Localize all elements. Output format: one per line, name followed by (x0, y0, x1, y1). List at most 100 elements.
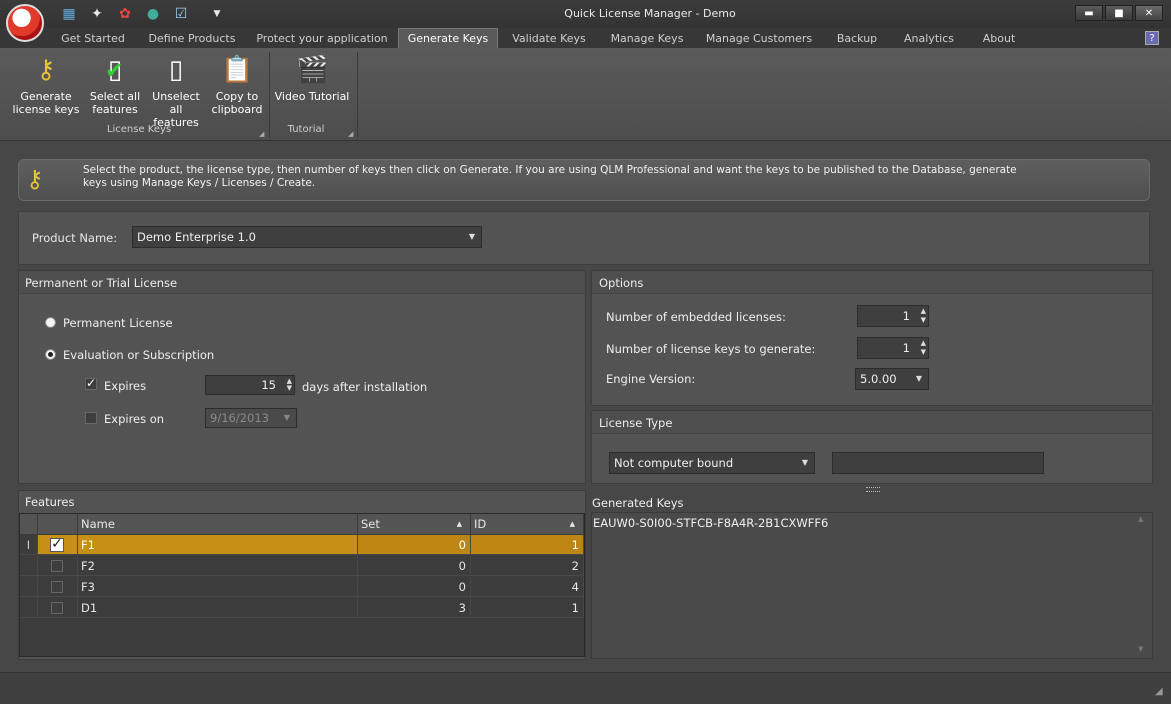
embedded-licenses-label: Number of embedded licenses: (606, 310, 786, 324)
app-logo-icon[interactable] (6, 4, 44, 42)
generated-keys-textbox[interactable] (591, 512, 1153, 659)
tab-define-products[interactable]: Define Products (142, 30, 242, 48)
feature-check-cell[interactable]: ✓ (38, 535, 78, 555)
close-button[interactable]: ✕ (1135, 5, 1163, 21)
options-title: Options (599, 276, 644, 290)
spin-down-icon[interactable]: ▼ (921, 349, 926, 356)
table-row[interactable]: I ✓ F1 0 1 (20, 535, 584, 556)
feature-checkbox[interactable]: ✓ (50, 537, 64, 552)
group-launcher-icon[interactable]: ◢ (348, 130, 353, 138)
maximize-button[interactable]: ■ (1105, 5, 1133, 21)
row-header-column (20, 514, 38, 534)
license-type-extra-field[interactable] (832, 452, 1044, 474)
expires-days-value: 15 (261, 378, 276, 392)
ribbon-separator (269, 52, 270, 138)
expires-on-checkbox[interactable] (85, 412, 97, 424)
expires-on-date-picker[interactable]: 9/16/2013 ▼ (205, 408, 297, 428)
check-column-header[interactable] (38, 514, 78, 534)
table-row[interactable]: F3 0 4 (20, 577, 584, 598)
row-cursor-icon: I (20, 535, 38, 555)
days-after-installation-label: days after installation (302, 380, 428, 394)
table-row[interactable]: D1 3 1 (20, 598, 584, 619)
feature-name-cell: F1 (78, 535, 358, 555)
expires-on-label[interactable]: Expires on (104, 412, 164, 426)
key-icon: ⚷ (26, 165, 44, 193)
select-all-features-button[interactable]: ▯ ✔ Select all features (86, 52, 144, 122)
spin-up-icon[interactable]: ▲ (921, 340, 926, 347)
select-all-features-label: Select all features (89, 90, 141, 116)
feature-set-cell: 0 (358, 535, 471, 555)
tab-generate-keys[interactable]: Generate Keys (398, 28, 498, 49)
license-type-combo[interactable]: Not computer bound ▼ (609, 452, 815, 474)
name-column-header[interactable]: Name (78, 514, 358, 534)
feature-id-cell: 1 (471, 598, 584, 618)
permanent-license-radio[interactable] (45, 317, 56, 328)
expires-checkbox[interactable]: ✓ (85, 377, 97, 390)
expires-label[interactable]: Expires (104, 379, 146, 393)
keys-to-generate-spinner[interactable]: 1 ▲ ▼ (857, 337, 929, 359)
tab-manage-keys[interactable]: Manage Keys (604, 30, 690, 48)
license-mode-title: Permanent or Trial License (25, 276, 178, 290)
feature-check-cell[interactable] (38, 556, 78, 576)
tab-validate-keys[interactable]: Validate Keys (507, 30, 591, 48)
feature-check-cell[interactable] (38, 577, 78, 597)
product-name-value: Demo Enterprise 1.0 (137, 230, 256, 244)
tab-protect-application[interactable]: Protect your application (254, 30, 390, 48)
row-header-cell (20, 598, 38, 618)
keys-to-generate-label: Number of license keys to generate: (606, 342, 816, 356)
evaluation-subscription-label[interactable]: Evaluation or Subscription (63, 348, 214, 362)
license-type-header (592, 411, 1152, 434)
group-launcher-icon[interactable]: ◢ (259, 130, 264, 138)
generate-license-keys-label: Generate license keys (12, 90, 80, 116)
permanent-license-label[interactable]: Permanent License (63, 316, 173, 330)
tab-about[interactable]: About (974, 30, 1024, 48)
resize-grip-icon[interactable]: ◢ (1155, 686, 1163, 697)
spin-down-icon[interactable]: ▼ (287, 385, 292, 392)
minimize-button[interactable]: ▬ (1075, 5, 1103, 21)
table-row[interactable]: F2 0 2 (20, 556, 584, 577)
tab-get-started[interactable]: Get Started (52, 30, 134, 48)
id-column-label: ID (474, 517, 487, 531)
feature-check-cell[interactable] (38, 598, 78, 618)
product-name-label: Product Name: (32, 231, 118, 245)
tab-backup[interactable]: Backup (830, 30, 884, 48)
feature-id-cell: 1 (471, 535, 584, 555)
ribbon-group-tutorial: Tutorial (287, 124, 325, 135)
video-tutorial-button[interactable]: 🎬 Video Tutorial (274, 52, 350, 122)
feature-checkbox[interactable] (51, 602, 63, 614)
feature-checkbox[interactable] (51, 581, 63, 593)
feature-set-cell: 0 (358, 577, 471, 597)
engine-version-value: 5.0.00 (860, 372, 897, 386)
sort-ascending-icon: ▲ (569, 520, 575, 528)
set-column-label: Set (361, 517, 380, 531)
unselect-all-features-button[interactable]: ▯ Unselect all features (146, 52, 206, 129)
spin-down-icon[interactable]: ▼ (921, 317, 926, 324)
keys-to-generate-value: 1 (902, 341, 910, 355)
tab-manage-customers[interactable]: Manage Customers (702, 30, 816, 48)
set-column-header[interactable]: Set ▲ (358, 514, 471, 534)
scroll-up-icon[interactable]: ▲ (1138, 515, 1143, 523)
license-mode-panel (18, 270, 586, 484)
scroll-down-icon[interactable]: ▼ (1138, 645, 1143, 653)
id-column-header[interactable]: ID ▲ (471, 514, 584, 534)
features-title: Features (25, 495, 75, 509)
help-icon[interactable]: ? (1145, 31, 1159, 45)
name-column-label: Name (81, 517, 115, 531)
expires-on-date-value: 9/16/2013 (210, 411, 269, 425)
generate-license-keys-button[interactable]: ⚷ Generate license keys (12, 52, 80, 122)
engine-version-combo[interactable]: 5.0.00 ▼ (855, 368, 929, 390)
tab-analytics[interactable]: Analytics (898, 30, 960, 48)
copy-to-clipboard-button[interactable]: 📋 Copy to clipboard (208, 52, 266, 122)
feature-checkbox[interactable] (51, 560, 63, 572)
generated-keys-title: Generated Keys (592, 496, 684, 510)
splitter-grip-icon[interactable] (866, 487, 880, 492)
expires-days-spinner[interactable]: 15 ▲ ▼ (205, 375, 295, 395)
feature-name-cell: F3 (78, 577, 358, 597)
film-reel-icon: 🎬 (296, 55, 329, 85)
generated-keys-text[interactable]: EAUW0-S0I00-STFCB-F8A4R-2B1CXWFF6 (593, 516, 828, 530)
embedded-licenses-spinner[interactable]: 1 ▲ ▼ (857, 305, 929, 327)
feature-id-cell: 4 (471, 577, 584, 597)
spin-up-icon[interactable]: ▲ (921, 308, 926, 315)
product-name-combo[interactable]: Demo Enterprise 1.0 ▼ (132, 226, 482, 248)
evaluation-subscription-radio[interactable] (45, 349, 56, 360)
